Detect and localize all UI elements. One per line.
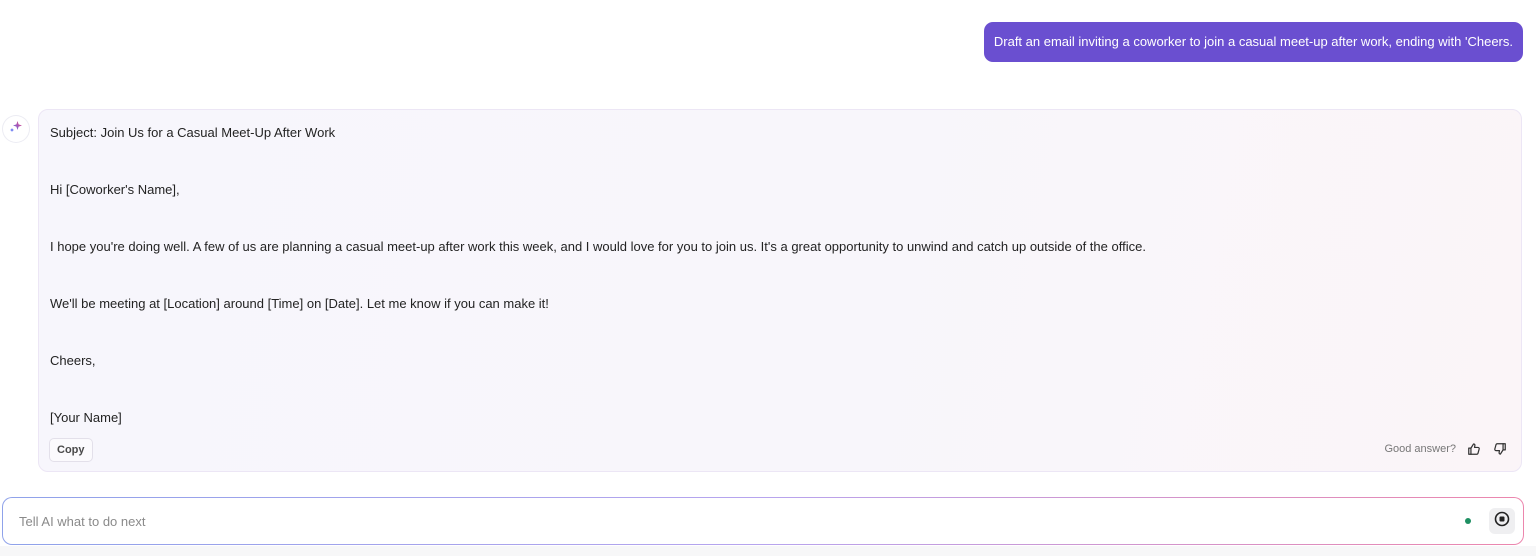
email-details-paragraph: We'll be meeting at [Location] around [T…: [50, 296, 549, 311]
ai-avatar: [3, 116, 29, 142]
stop-button[interactable]: [1489, 508, 1515, 534]
thumbs-up-icon[interactable]: [1466, 441, 1482, 457]
status-indicator-dot: [1465, 518, 1471, 524]
chat-page: Draft an email inviting a coworker to jo…: [0, 0, 1536, 556]
email-signoff-line: Cheers,: [50, 353, 96, 368]
feedback-label: Good answer?: [1384, 443, 1456, 455]
copy-button[interactable]: Copy: [49, 438, 93, 462]
ai-response-card: Subject: Join Us for a Casual Meet-Up Af…: [38, 109, 1522, 472]
chat-input[interactable]: [19, 498, 1439, 544]
feedback-group: Good answer?: [1384, 441, 1508, 457]
ai-response-body: Subject: Join Us for a Casual Meet-Up Af…: [50, 124, 1507, 427]
thumbs-down-icon[interactable]: [1492, 441, 1508, 457]
chat-input-inner: [3, 498, 1523, 544]
email-signature-line: [Your Name]: [50, 410, 122, 425]
sparkle-icon: [8, 119, 24, 140]
email-greeting-line: Hi [Coworker's Name],: [50, 182, 180, 197]
email-subject-line: Subject: Join Us for a Casual Meet-Up Af…: [50, 125, 336, 140]
user-message-row: Draft an email inviting a coworker to jo…: [983, 22, 1523, 62]
stop-icon: [1494, 511, 1510, 532]
user-message-bubble: Draft an email inviting a coworker to jo…: [983, 22, 1523, 62]
bottom-edge: [0, 546, 1536, 556]
chat-input-bar: [2, 497, 1524, 545]
email-body-paragraph: I hope you're doing well. A few of us ar…: [50, 239, 1146, 254]
